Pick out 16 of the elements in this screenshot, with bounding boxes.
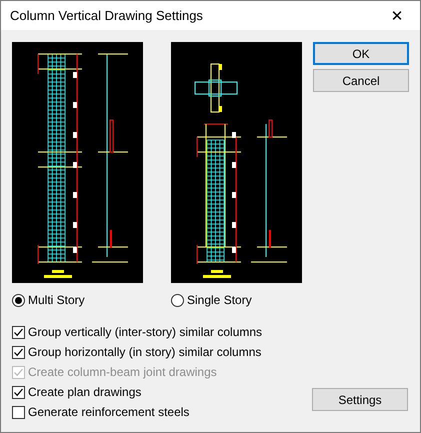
checkbox-label[interactable]: Group vertically (inter-story) similar columns [28,325,262,339]
radio-label[interactable]: Multi Story [28,293,85,307]
checkbox-label[interactable]: Group horizontally (in story) similar columns [28,345,262,359]
checkbox[interactable] [12,406,25,418]
cancel-button[interactable]: Cancel [313,69,409,92]
checkbox[interactable] [12,386,25,398]
checkbox-label[interactable]: Create plan drawings [28,385,142,399]
radio-button[interactable] [12,294,25,306]
checkbox-label[interactable]: Generate reinforcement steels [28,405,190,419]
radio-button[interactable] [171,294,184,306]
window-title: Column Vertical Drawing Settings [10,8,203,23]
settings-button[interactable]: Settings [312,388,408,411]
checkbox[interactable] [12,346,25,358]
checkbox[interactable] [12,326,25,338]
radio-label[interactable]: Single Story [187,293,252,307]
ok-button[interactable]: OK [313,42,409,65]
